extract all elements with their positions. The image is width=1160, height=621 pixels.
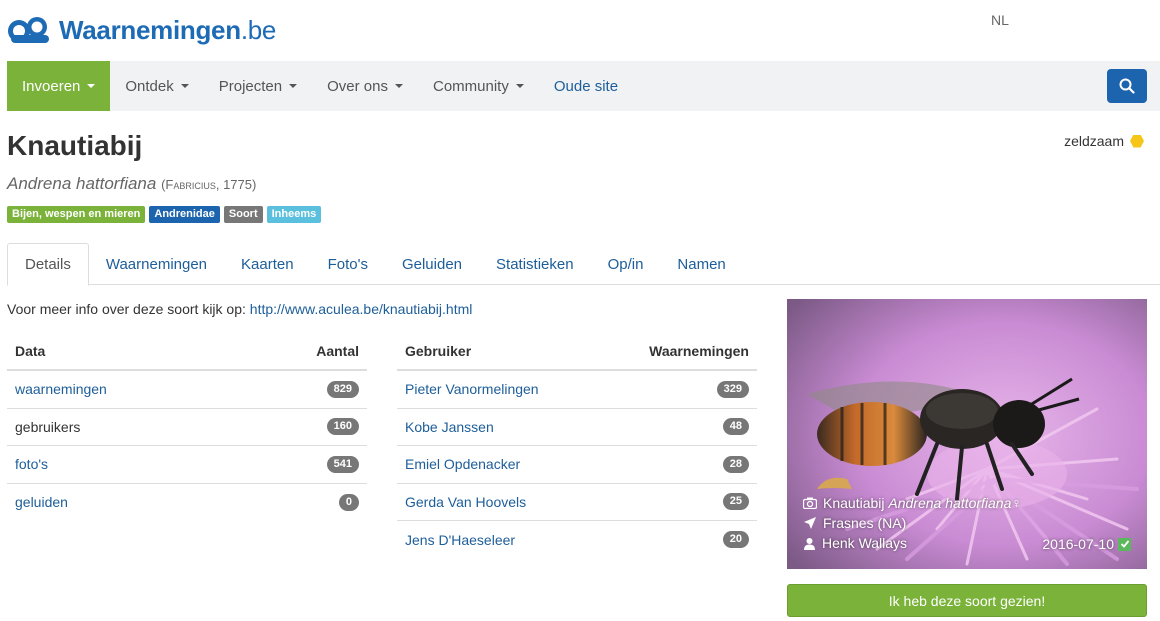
info-text: Voor meer info over deze soort kijk op: … [7,301,473,317]
rarity-label: zeldzaam [1064,133,1124,149]
table-row: Gerda Van Hoovels 25 [397,484,757,521]
tab-geluiden[interactable]: Geluiden [385,243,479,285]
species-tabs: Details Waarnemingen Kaarten Foto's Gelu… [7,243,1160,286]
tab-namen[interactable]: Namen [660,243,742,285]
female-icon: ♀ [1011,495,1022,511]
tag-rank: Soort [223,206,263,223]
count-badge: 25 [722,493,749,511]
verified-check-icon [1118,537,1131,551]
nav-invoeren[interactable]: Invoeren [7,61,111,111]
count-badge: 541 [326,455,359,473]
logo-icon [8,17,49,43]
rarity-indicator: zeldzaam [1064,133,1144,149]
caret-down-icon [87,84,96,88]
caret-down-icon [394,84,403,88]
tab-op-in[interactable]: Op/in [591,243,661,285]
data-row-label[interactable]: foto's [15,456,48,472]
nav-ontdek[interactable]: Ontdek [110,61,203,111]
user-link[interactable]: Pieter Vanormelingen [405,381,539,397]
species-photo[interactable]: Knautiabij Andrena hattorfiana♀ Frasnes … [787,299,1147,569]
nav-community[interactable]: Community [418,61,539,111]
photo-date: 2016-07-10 [1042,536,1131,552]
table-row: foto's 541 [7,446,367,484]
table-header: Data Aantal [7,333,367,371]
user-link[interactable]: Kobe Janssen [405,419,494,435]
search-button[interactable] [1107,69,1147,103]
table-header: Gebruiker Waarnemingen [397,333,757,371]
main-navbar: Invoeren Ontdek Projecten Over ons Commu… [7,61,1160,111]
tag-status: Inheems [266,206,322,223]
location-arrow-icon [804,517,816,529]
caret-down-icon [515,84,524,88]
seen-species-button[interactable]: Ik heb deze soort gezien! [787,584,1147,617]
table-row: Emiel Opdenacker 28 [397,446,757,484]
table-row: Jens D'Haeseleer 20 [397,521,757,559]
count-badge: 160 [326,418,359,436]
nav-projecten[interactable]: Projecten [204,61,312,111]
nav-oude-site[interactable]: Oude site [539,61,633,111]
caret-down-icon [289,84,298,88]
data-row-label[interactable]: waarnemingen [15,381,107,397]
search-icon [1119,78,1135,94]
tag-group[interactable]: Bijen, wespen en mieren [7,206,146,223]
camera-icon [803,497,817,509]
tab-fotos[interactable]: Foto's [311,243,385,285]
user-link[interactable]: Emiel Opdenacker [405,456,520,472]
photo-caption-location: Frasnes (NA) [803,515,906,531]
table-row: Kobe Janssen 48 [397,409,757,446]
count-badge: 28 [722,455,749,473]
count-badge: 20 [722,531,749,549]
data-row-label[interactable]: geluiden [15,494,68,510]
scientific-name: Andrena hattorfiana (Fabricius, 1775) [7,174,257,193]
logo-text: Waarnemingen.be [59,14,277,45]
data-row-label: gebruikers [15,418,81,435]
caret-down-icon [180,84,189,88]
table-row: geluiden 0 [7,484,367,522]
data-table: Data Aantal waarnemingen 829 gebruikers … [7,333,367,521]
table-row: Pieter Vanormelingen 329 [397,371,757,409]
tag-list: Bijen, wespen en mieren Andrenidae Soort… [7,206,322,223]
count-badge: 329 [716,380,749,398]
user-table: Gebruiker Waarnemingen Pieter Vanormelin… [397,333,757,559]
site-logo[interactable]: Waarnemingen.be [7,14,276,46]
tab-kaarten[interactable]: Kaarten [224,243,311,285]
table-row: gebruikers 160 [7,409,367,446]
nav-over-ons[interactable]: Over ons [312,61,418,111]
hexagon-icon [1130,134,1144,148]
count-badge: 0 [338,493,359,511]
page-title: Knautiabij [7,130,143,161]
tab-waarnemingen[interactable]: Waarnemingen [89,243,224,285]
language-selector[interactable]: NL [991,12,1009,28]
count-badge: 829 [326,380,359,398]
count-badge: 48 [722,418,749,436]
photo-caption-species: Knautiabij Andrena hattorfiana♀ [803,495,1022,511]
user-icon [804,537,815,550]
tab-details[interactable]: Details [7,243,89,286]
tab-statistieken[interactable]: Statistieken [479,243,591,285]
user-link[interactable]: Gerda Van Hoovels [405,494,526,510]
info-link[interactable]: http://www.aculea.be/knautiabij.html [250,301,473,317]
user-link[interactable]: Jens D'Haeseleer [405,532,515,548]
table-row: waarnemingen 829 [7,371,367,409]
species-author: (Fabricius, 1775) [161,177,257,192]
photo-caption-photographer: Henk Wallays [803,535,907,551]
tag-family[interactable]: Andrenidae [149,206,220,223]
